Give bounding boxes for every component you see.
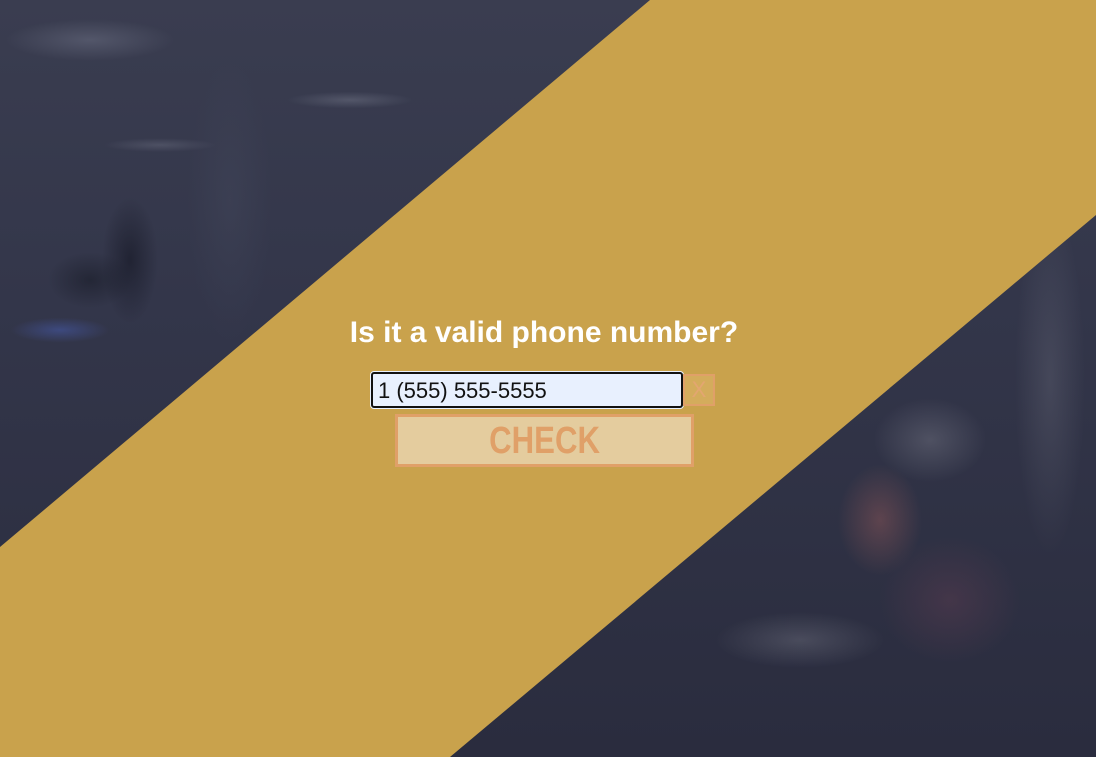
phone-number-input[interactable] <box>371 372 683 408</box>
clear-button[interactable]: X <box>683 374 715 406</box>
page-title: Is it a valid phone number? <box>349 316 739 349</box>
check-button-label: CHECK <box>489 419 600 462</box>
check-button[interactable]: CHECK <box>395 414 694 467</box>
validator-panel: Is it a valid phone number? X CHECK <box>0 0 1096 757</box>
